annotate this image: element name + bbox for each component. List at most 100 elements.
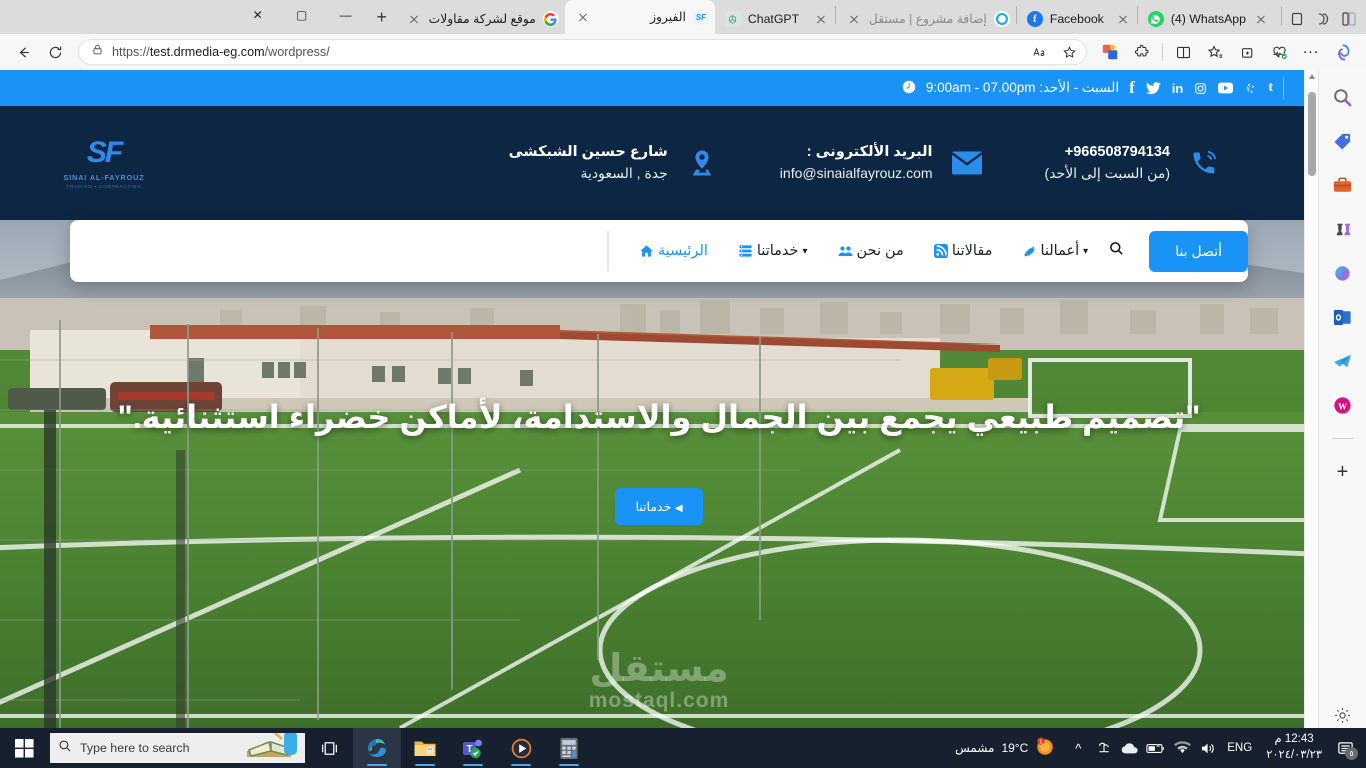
nav-item-blog[interactable]: مقالاتنا xyxy=(933,243,992,259)
hero-heading: "تصميم طبيعي يجمع بين الجمال والاستدامة،… xyxy=(117,399,1201,435)
weather-widget[interactable]: 1 19°C مشمس xyxy=(945,736,1065,760)
cloud-icon[interactable] xyxy=(1117,728,1143,768)
twitter-icon[interactable] xyxy=(1145,81,1161,95)
nav-tools: أتصل بنا xyxy=(1108,230,1248,272)
taskbar-search-box[interactable]: Type here to search xyxy=(50,733,305,763)
browser-tab-facebook[interactable]: f Facebook xyxy=(1017,4,1137,34)
close-icon[interactable] xyxy=(846,11,862,27)
browser-tab-chatgpt[interactable]: ChatGPT xyxy=(715,4,835,34)
games-icon[interactable] xyxy=(1330,216,1356,242)
split-screen-icon[interactable] xyxy=(1286,8,1308,30)
teams-icon[interactable]: T xyxy=(449,728,497,768)
nav-item-home[interactable]: الرئيسية xyxy=(639,243,708,259)
read-aloud-icon[interactable] xyxy=(1028,38,1050,66)
extensions-icon[interactable] xyxy=(1127,38,1157,66)
search-icon[interactable] xyxy=(1108,240,1125,262)
address-line-1: شارع حسين الشبكشى xyxy=(508,144,668,161)
language-indicator[interactable]: ENG xyxy=(1221,742,1258,754)
close-icon[interactable] xyxy=(813,11,829,27)
tools-icon[interactable] xyxy=(1330,172,1356,198)
tab-label: Facebook xyxy=(1049,12,1104,26)
taskbar-time: 12:43 م xyxy=(1274,733,1314,746)
minimize-button[interactable]: — xyxy=(324,0,368,30)
hero-slider: أتصل بنا ▾ أعمالنا مقالاتنا من نحن ▾ خدم… xyxy=(0,220,1318,728)
media-player-icon[interactable] xyxy=(497,728,545,768)
facebook-icon[interactable]: f xyxy=(1129,78,1135,98)
tab-strip: (4) WhatsApp f Facebook إضافة مشروع | مس… xyxy=(0,0,1366,34)
back-button[interactable] xyxy=(8,38,38,66)
browser-tab-mostaql[interactable]: إضافة مشروع | مستقل xyxy=(836,4,1016,34)
whatsapp-web-icon[interactable]: W xyxy=(1330,392,1356,418)
task-view-icon[interactable] xyxy=(305,728,353,768)
vertical-tabs-icon[interactable] xyxy=(1338,8,1360,30)
wifi-icon[interactable] xyxy=(1169,728,1195,768)
browser-essentials-icon[interactable] xyxy=(1095,38,1125,66)
scrollbar-thumb[interactable] xyxy=(1308,92,1316,176)
hero-cta-label: خدماتنا xyxy=(635,499,672,514)
tab-label: ChatGPT xyxy=(747,12,800,26)
close-icon[interactable] xyxy=(1115,11,1131,27)
contact-us-button[interactable]: أتصل بنا xyxy=(1149,230,1248,272)
file-explorer-icon[interactable] xyxy=(401,728,449,768)
page-scrollbar[interactable] xyxy=(1304,70,1318,728)
refresh-button[interactable] xyxy=(40,38,70,66)
designer-icon[interactable] xyxy=(1330,260,1356,286)
show-hidden-icons-button[interactable]: ^ xyxy=(1065,728,1091,768)
calculator-icon[interactable] xyxy=(545,728,593,768)
collections-icon[interactable] xyxy=(1232,38,1262,66)
new-tab-button[interactable]: + xyxy=(368,3,396,31)
contact-phone[interactable]: +966508794134 (من السبت إلى الأحد) xyxy=(1045,142,1224,183)
toolbar-separator xyxy=(1162,43,1163,61)
edge-icon[interactable] xyxy=(353,728,401,768)
linkedin-icon[interactable]: in xyxy=(1172,81,1184,96)
nav-menu: ▾ أعمالنا مقالاتنا من نحن ▾ خدماتنا الرئ… xyxy=(94,231,1108,271)
notifications-button[interactable]: ٥ xyxy=(1330,728,1360,768)
close-icon[interactable] xyxy=(406,11,422,27)
close-icon[interactable] xyxy=(1253,11,1269,27)
search-icon[interactable] xyxy=(1330,84,1356,110)
contact-email[interactable]: البريد الألكترونى : info@sinaialfayrouz.… xyxy=(780,142,987,183)
browser-tab-whatsapp[interactable]: (4) WhatsApp xyxy=(1138,4,1275,34)
outlook-icon[interactable] xyxy=(1330,304,1356,330)
split-screen-button[interactable] xyxy=(1168,38,1198,66)
copilot-button[interactable] xyxy=(1328,38,1358,66)
nav-item-services[interactable]: ▾ خدماتنا xyxy=(738,243,808,259)
onedrive-icon[interactable] xyxy=(1091,728,1117,768)
nav-item-about[interactable]: من نحن xyxy=(838,243,904,259)
browser-tab-google-search[interactable]: موقع لشركة مقاولات xyxy=(396,4,565,34)
yelp-icon[interactable] xyxy=(1244,82,1257,95)
favorites-icon[interactable] xyxy=(1200,38,1230,66)
shopping-icon[interactable] xyxy=(1330,128,1356,154)
instagram-icon[interactable] xyxy=(1194,82,1207,95)
contact-address[interactable]: شارع حسين الشبكشى جدة , السعودية xyxy=(509,142,722,183)
browser-tab-alfayrouz[interactable]: SF الفيروز xyxy=(564,0,715,34)
gear-icon[interactable] xyxy=(1329,702,1355,728)
telegram-icon[interactable] xyxy=(1330,348,1356,374)
hero-cta-button[interactable]: ◀ خدماتنا xyxy=(615,487,703,525)
start-button[interactable] xyxy=(0,728,48,768)
more-options-button[interactable]: ... xyxy=(1296,38,1326,66)
scroll-up-arrow[interactable] xyxy=(1309,74,1315,79)
battery-icon[interactable] xyxy=(1143,728,1169,768)
tumblr-icon[interactable]: t xyxy=(1268,80,1273,96)
sidebar-divider xyxy=(1331,438,1354,439)
address-bar[interactable]: https://test.drmedia-eg.com/wordpress/ xyxy=(78,39,1087,65)
nav-divider xyxy=(606,231,609,271)
nav-item-works[interactable]: ▾ أعمالنا xyxy=(1022,243,1088,259)
hero-content: "تصميم طبيعي يجمع بين الجمال والاستدامة،… xyxy=(0,395,1318,525)
copilot-tab-icon[interactable] xyxy=(1312,8,1334,30)
taskbar-date: ٢٠٢٤/٠٣/٢٣ xyxy=(1266,749,1322,761)
maximize-button[interactable]: ▢ xyxy=(280,0,324,30)
site-logo[interactable]: SF SINAI AL-FAYROUZ TRADING • CONTRACTIN… xyxy=(24,137,184,189)
close-icon[interactable] xyxy=(575,9,591,25)
youtube-icon[interactable] xyxy=(1218,82,1234,94)
browser-performance-icon[interactable] xyxy=(1264,38,1294,66)
add-sidebar-app-button[interactable]: + xyxy=(1330,459,1356,485)
mail-icon xyxy=(947,143,987,183)
mostaql-watermark: مستقل mostaql.com xyxy=(0,649,1318,712)
page-viewport: t in f السبت - الأحد: 9:00am - 07.00pm +… xyxy=(0,70,1318,728)
favorite-star-icon[interactable] xyxy=(1058,38,1080,66)
volume-icon[interactable] xyxy=(1195,728,1221,768)
close-window-button[interactable]: ✕ xyxy=(236,0,280,30)
clock-and-date[interactable]: 12:43 م ٢٠٢٤/٠٣/٢٣ xyxy=(1258,732,1330,763)
